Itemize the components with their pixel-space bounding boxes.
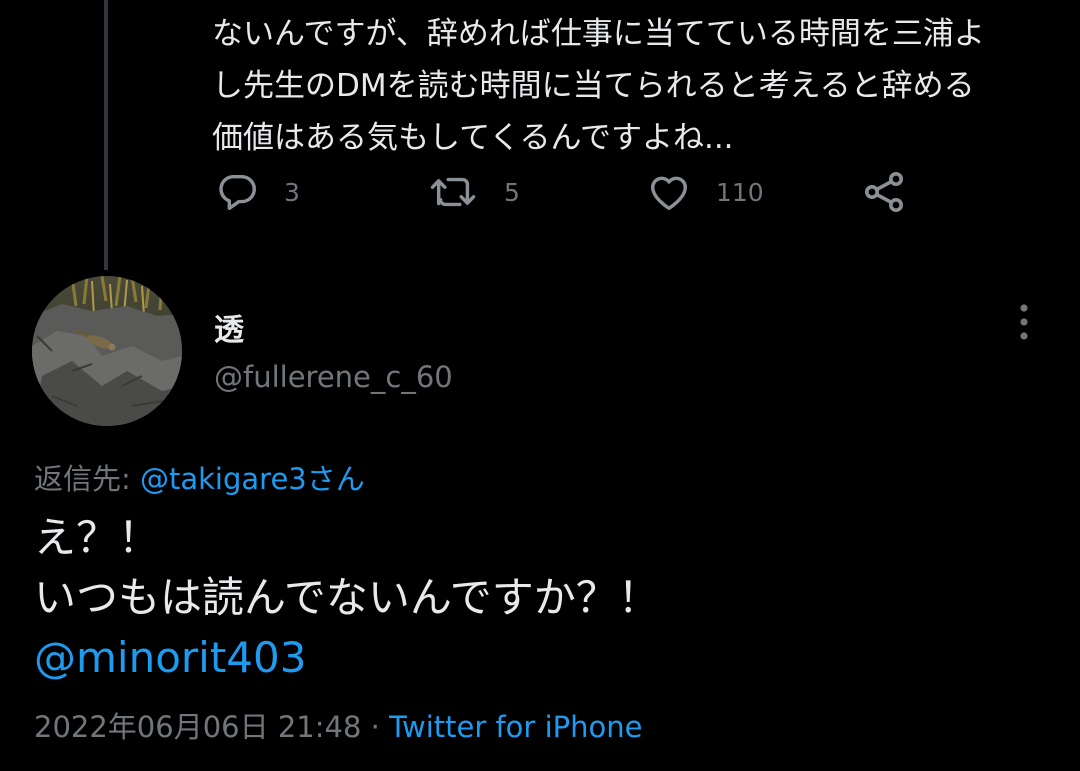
more-options-button[interactable] <box>1004 300 1044 348</box>
reply-icon <box>214 169 260 215</box>
previous-tweet-line: し先生のDMを読む時間に当てられると考えると辞める <box>212 68 975 104</box>
reply-to-label: 返信先: <box>34 462 140 496</box>
tweet-timestamp[interactable]: 2022年06月06日 21:48 <box>34 710 361 744</box>
meta-separator: · <box>361 710 390 744</box>
reply-count: 3 <box>284 177 300 207</box>
retweet-button[interactable]: 5 <box>428 168 520 216</box>
tweet-metadata: 2022年06月06日 21:48 · Twitter for iPhone <box>34 704 642 746</box>
heart-icon <box>646 169 692 215</box>
share-button[interactable] <box>860 168 908 216</box>
tweet-body-mention[interactable]: @minorit403 <box>34 628 660 688</box>
retweet-icon <box>428 169 480 215</box>
like-button[interactable]: 110 <box>646 168 764 216</box>
previous-tweet-line: 価値はある気もしてくるんですよね... <box>212 120 734 156</box>
like-count: 110 <box>716 177 764 207</box>
reply-context: 返信先: @takigare3さん <box>34 456 365 498</box>
tweet-body-line: え？！ <box>34 513 161 562</box>
tweet-action-bar: 3 5 110 <box>0 168 1080 216</box>
thread-connector-line <box>104 0 108 270</box>
previous-tweet-text: ないんですが、辞めれば仕事に当てている時間を三浦よ し先生のDMを読む時間に当て… <box>212 8 1052 164</box>
tweet-body-line: いつもは読んでないんですか？！ <box>34 573 660 622</box>
previous-tweet-line: ないんですが、辞めれば仕事に当てている時間を三浦よ <box>212 16 985 52</box>
more-vertical-icon <box>1018 302 1030 346</box>
share-icon <box>860 168 908 216</box>
user-handle[interactable]: @fullerene_c_60 <box>214 360 453 394</box>
retweet-count: 5 <box>504 177 520 207</box>
tweet-body: え？！ いつもは読んでないんですか？！ @minorit403 <box>34 508 660 688</box>
tweet-source[interactable]: Twitter for iPhone <box>389 710 642 744</box>
reply-to-mention[interactable]: @takigare3さん <box>140 462 365 496</box>
avatar[interactable] <box>32 276 182 426</box>
reply-button[interactable]: 3 <box>214 168 300 216</box>
display-name[interactable]: 透 <box>214 305 244 349</box>
